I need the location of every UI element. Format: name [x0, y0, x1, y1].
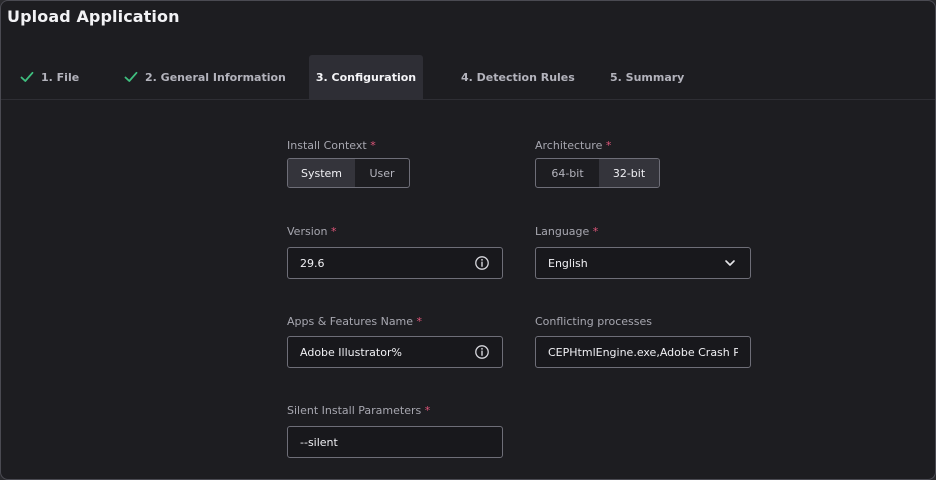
apps-features-name-label: Apps & Features Name * — [287, 315, 423, 328]
step-label: 4. Detection Rules — [461, 70, 575, 84]
conflicting-processes-input[interactable]: CEPHtmlEngine.exe,Adobe Crash Pr — [535, 336, 751, 368]
language-value: English — [548, 256, 588, 270]
version-label: Version * — [287, 225, 337, 238]
architecture-32bit-option[interactable]: 32-bit — [599, 159, 659, 187]
step-label: 5. Summary — [610, 70, 685, 84]
language-select[interactable]: English — [535, 247, 751, 279]
silent-install-parameters-value: --silent — [300, 435, 338, 449]
info-icon[interactable] — [474, 255, 490, 271]
step-label: 1. File — [41, 70, 80, 84]
required-mark: * — [370, 139, 376, 152]
required-mark: * — [592, 225, 599, 238]
architecture-label: Architecture * — [535, 139, 612, 152]
checkmark-icon — [20, 71, 34, 82]
silent-install-parameters-label: Silent Install Parameters * — [287, 404, 431, 417]
architecture-toggle: 64-bit 32-bit — [535, 158, 660, 188]
required-mark: * — [330, 225, 337, 238]
apps-features-name-input[interactable]: Adobe Illustrator% — [287, 336, 503, 368]
install-context-label: Install Context * — [287, 139, 376, 152]
info-icon[interactable] — [474, 344, 490, 360]
install-context-system-option[interactable]: System — [288, 159, 355, 187]
silent-install-parameters-input[interactable]: --silent — [287, 426, 503, 458]
required-mark: * — [416, 315, 423, 328]
upload-application-dialog: Upload Application 1. File 2. General In… — [0, 0, 936, 480]
apps-features-name-value: Adobe Illustrator% — [300, 345, 402, 359]
conflicting-processes-label: Conflicting processes — [535, 315, 653, 328]
step-detection-rules[interactable]: 4. Detection Rules — [461, 55, 575, 99]
chevron-down-icon — [725, 260, 735, 266]
step-file[interactable]: 1. File — [19, 55, 79, 99]
step-label: 3. Configuration — [315, 70, 417, 84]
required-mark: * — [605, 139, 612, 152]
wizard-steps: 1. File 2. General Information 3. Config… — [1, 55, 935, 100]
required-mark: * — [424, 404, 431, 417]
step-label: 2. General Information — [145, 70, 286, 84]
step-summary[interactable]: 5. Summary — [610, 55, 684, 99]
architecture-64bit-option[interactable]: 64-bit — [536, 159, 599, 187]
version-value: 29.6 — [300, 256, 325, 270]
conflicting-processes-value: CEPHtmlEngine.exe,Adobe Crash Pr — [548, 345, 738, 359]
version-input[interactable]: 29.6 — [287, 247, 503, 279]
language-label: Language * — [535, 225, 599, 238]
install-context-toggle: System User — [287, 158, 410, 188]
checkmark-icon — [124, 71, 138, 82]
step-general-information[interactable]: 2. General Information — [123, 55, 286, 99]
install-context-user-option[interactable]: User — [355, 159, 409, 187]
page-title: Upload Application — [7, 7, 180, 26]
step-configuration[interactable]: 3. Configuration — [309, 55, 423, 99]
